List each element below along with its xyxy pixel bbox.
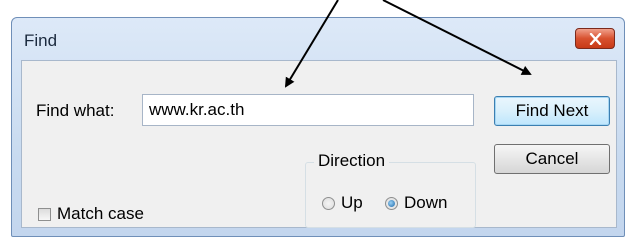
match-case-option[interactable]: Match case xyxy=(38,204,144,224)
cancel-button[interactable]: Cancel xyxy=(494,144,610,174)
dialog-title: Find xyxy=(24,31,58,50)
direction-group-title: Direction xyxy=(314,151,390,171)
find-what-label: Find what: xyxy=(36,101,115,120)
dialog-client-area: Find what: Find Next Cancel Direction Up… xyxy=(21,60,617,228)
match-case-checkbox[interactable] xyxy=(38,207,51,221)
screenshot-stage: Find Find what: Find Next Cancel Directi… xyxy=(0,0,632,241)
direction-up-option[interactable]: Up xyxy=(322,193,363,213)
up-radio[interactable] xyxy=(322,196,335,210)
match-case-label: Match case xyxy=(57,204,144,223)
close-icon xyxy=(589,33,602,45)
direction-group: Direction Up Down xyxy=(305,151,476,228)
direction-down-option[interactable]: Down xyxy=(385,193,447,213)
down-radio[interactable] xyxy=(385,196,398,210)
down-radio-label: Down xyxy=(404,193,448,212)
find-next-button[interactable]: Find Next xyxy=(494,96,610,126)
find-what-input[interactable] xyxy=(142,94,474,126)
close-button[interactable] xyxy=(575,28,615,49)
find-dialog: Find Find what: Find Next Cancel Directi… xyxy=(11,17,625,237)
up-radio-label: Up xyxy=(341,193,363,212)
